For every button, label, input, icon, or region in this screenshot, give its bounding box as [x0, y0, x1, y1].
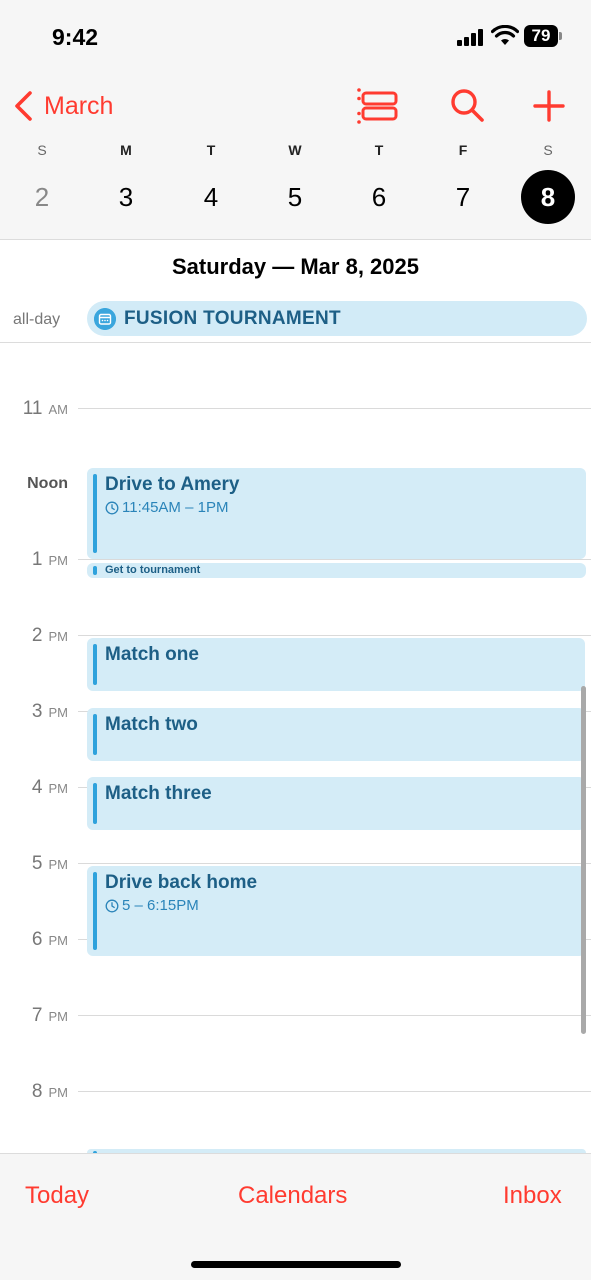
tab-inbox[interactable]: Inbox: [503, 1182, 562, 1210]
cellular-signal-icon: [457, 28, 485, 46]
hour-row: 11 AM: [0, 398, 591, 428]
home-indicator: [191, 1261, 401, 1268]
weekday-label: M: [120, 142, 132, 158]
weekday-label: T: [206, 142, 216, 158]
hour-label: 6: [31, 929, 43, 950]
battery-icon: 79: [524, 25, 562, 47]
date-cell[interactable]: 3: [99, 170, 153, 224]
hour-ampm: PM: [48, 629, 69, 644]
chevron-left-icon: [15, 91, 32, 121]
hour-ampm: PM: [48, 781, 69, 796]
back-label: March: [44, 91, 114, 120]
calendar-icon: [94, 308, 116, 330]
all-day-label: all-day: [13, 311, 61, 328]
hour-label: Noon: [27, 475, 68, 492]
wifi-icon: [491, 25, 519, 45]
event-drive-back-home[interactable]: Drive back home 5 – 6:15PM: [87, 866, 585, 956]
status-bar: 9:42 79: [0, 0, 591, 74]
hour-ampm: PM: [48, 933, 69, 948]
battery-level: 79: [531, 26, 551, 45]
tab-calendars[interactable]: Calendars: [238, 1182, 347, 1210]
hour-label: 8: [31, 1081, 43, 1102]
event-title: Match two: [105, 714, 198, 735]
weekday-label: S: [37, 142, 47, 158]
date-cell[interactable]: 4: [184, 170, 238, 224]
date-cell[interactable]: 7: [436, 170, 490, 224]
event-title: Match one: [105, 644, 199, 665]
add-icon[interactable]: [527, 86, 571, 126]
hour-row: 8 PM: [0, 1081, 591, 1111]
hour-label: 4: [31, 777, 43, 798]
event-match-one[interactable]: Match one: [87, 638, 585, 691]
divider: [0, 342, 591, 343]
event-match-two[interactable]: Match two: [87, 708, 585, 761]
event-drive-to-amery[interactable]: Drive to Amery 11:45AM – 1PM: [87, 468, 586, 559]
weekday-label: W: [288, 142, 302, 158]
all-day-event[interactable]: FUSION TOURNAMENT: [87, 301, 587, 336]
event-time: 11:45AM – 1PM: [122, 499, 229, 516]
event-title: Drive back home: [105, 872, 258, 893]
hour-ampm: PM: [48, 857, 69, 872]
hour-label: 5: [31, 853, 43, 874]
event-time: 5 – 6:15PM: [122, 897, 199, 914]
event-title: Get to tournament: [105, 564, 201, 576]
clock-icon: [105, 899, 119, 912]
event-title: Match three: [105, 783, 212, 804]
selected-date-cell[interactable]: 8: [521, 170, 575, 224]
date-row: 2 3 4 5 6 7 8: [0, 170, 591, 224]
list-view-icon[interactable]: [356, 86, 400, 126]
hour-label: 11: [22, 398, 43, 419]
hour-ampm: PM: [48, 1085, 69, 1100]
weekday-label: T: [374, 142, 384, 158]
weekday-label: F: [458, 142, 468, 158]
day-title: Saturday — Mar 8, 2025: [171, 254, 419, 279]
event-get-to-tournament[interactable]: Get to tournament: [87, 563, 586, 578]
event-match-three[interactable]: Match three: [87, 777, 585, 830]
hour-label: 2: [31, 625, 43, 646]
tab-today[interactable]: Today: [25, 1182, 89, 1210]
event-title: Drive to Amery: [105, 474, 240, 495]
date-cell[interactable]: 6: [352, 170, 406, 224]
date-cell[interactable]: 5: [268, 170, 322, 224]
search-icon[interactable]: [446, 86, 490, 126]
hour-ampm: PM: [48, 705, 69, 720]
hour-row: 7 PM: [0, 1005, 591, 1035]
hour-ampm: PM: [48, 553, 69, 568]
hour-label: 1: [31, 549, 43, 570]
hour-label: 3: [31, 701, 43, 722]
hour-ampm: PM: [48, 1009, 69, 1024]
weekday-label: S: [543, 142, 553, 158]
weekday-row: S M T W T F S: [0, 142, 591, 162]
back-button[interactable]: March: [10, 88, 113, 124]
status-time: 9:42: [52, 24, 99, 50]
date-cell[interactable]: 2: [15, 170, 69, 224]
hour-ampm: AM: [48, 402, 69, 417]
calendar-header: March S M T W T F S 2 3 4 5 6 7 8: [0, 74, 591, 240]
all-day-event-title: FUSION TOURNAMENT: [124, 308, 341, 329]
hour-label: 7: [31, 1005, 43, 1026]
scrollbar[interactable]: [581, 686, 586, 1034]
clock-icon: [105, 501, 119, 514]
